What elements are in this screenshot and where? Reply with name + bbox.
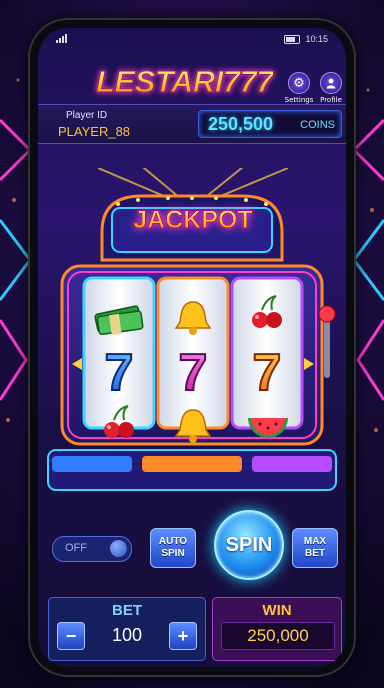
player-id-label: Player ID [66, 110, 108, 121]
seven-symbol: 7 [179, 344, 208, 402]
person-icon [320, 72, 342, 94]
spin-label: SPIN [225, 533, 273, 556]
auto-spin-button[interactable]: AUTO SPIN [150, 528, 196, 568]
settings-label: Settings [284, 96, 314, 104]
win-label: WIN [262, 602, 292, 619]
toggle-knob [110, 540, 127, 557]
plus-icon: + [177, 625, 189, 646]
max-bet-label-2: BET [305, 548, 325, 559]
win-panel: WIN 250,000 [212, 597, 342, 661]
game-logo: LESTARI777 [95, 64, 274, 100]
spin-button[interactable]: SPIN [214, 510, 284, 580]
minus-icon: − [65, 625, 77, 646]
player-id-value: PLAYER_88 [58, 124, 131, 139]
gear-icon: ⚙ [288, 72, 310, 94]
game-screen: 10:15 LESTARI777 ⚙ Settings Profile Play… [38, 28, 346, 667]
seven-symbol: 7 [105, 344, 134, 402]
bet-label: BET [112, 602, 142, 619]
battery-icon [284, 34, 301, 44]
coin-balance-unit: COINS [300, 119, 335, 131]
auto-spin-label-1: AUTO [158, 536, 188, 547]
bottom-panel: BET − 100 + WIN 250,000 [38, 592, 346, 667]
coin-balance: 250,500 COINS [198, 110, 342, 138]
max-bet-button[interactable]: MAX BET [292, 528, 338, 568]
decrease-bet-button[interactable]: − [57, 622, 85, 650]
max-bet-label-1: MAX [303, 536, 327, 547]
coin-balance-amount: 250,500 [208, 114, 274, 134]
auto-spin-label-2: SPIN [161, 548, 185, 559]
bet-panel: BET − 100 + [48, 597, 206, 661]
player-info-bar: Player ID PLAYER_88 250,500 COINS [38, 104, 346, 144]
autoplay-toggle[interactable]: OFF [52, 536, 132, 562]
bet-value: 100 [111, 625, 143, 645]
signal-icon [56, 34, 67, 43]
phone-frame: 10:15 LESTARI777 ⚙ Settings Profile Play… [30, 20, 354, 675]
profile-button[interactable]: Profile [316, 72, 346, 104]
status-bar: 10:15 [56, 34, 328, 48]
increase-bet-button[interactable]: + [169, 622, 197, 650]
control-panel: OFF AUTO SPIN SPIN MAX BET [38, 502, 346, 582]
jackpot-banner: JACKPOT [124, 206, 262, 235]
machine-base [47, 449, 337, 491]
seven-symbol: 7 [253, 344, 282, 402]
profile-label: Profile [320, 96, 342, 104]
autoplay-toggle-label: OFF [65, 542, 87, 554]
win-value: 250,000 [221, 622, 335, 650]
settings-button[interactable]: ⚙ Settings [284, 72, 314, 104]
status-time: 10:15 [305, 34, 328, 44]
